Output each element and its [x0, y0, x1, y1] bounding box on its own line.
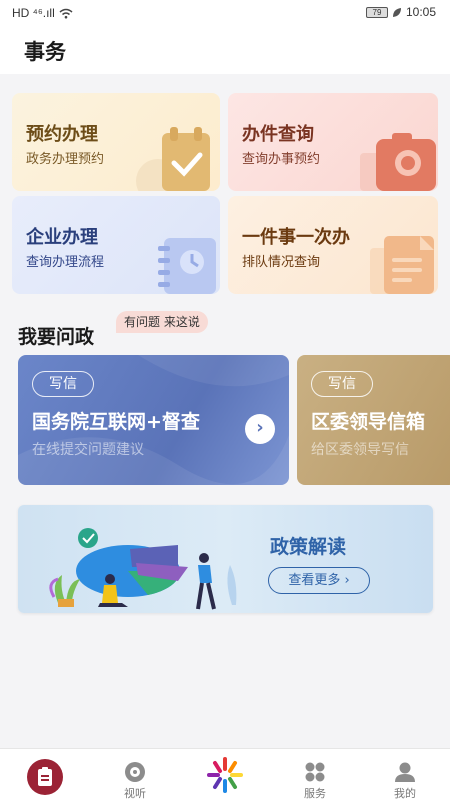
write-letter-chip[interactable]: 写信 [32, 371, 94, 397]
tab-label: 视听 [124, 787, 146, 800]
status-bar: HD ⁴⁶.ıll 79 10:05 [0, 0, 450, 26]
card-subtitle: 查询办事预约 [242, 152, 321, 167]
policy-banner[interactable]: 政策解读 查看更多 › [18, 505, 433, 613]
banner-subtitle: 在线提交问题建议 [32, 442, 144, 458]
center-logo-icon [207, 757, 243, 793]
calendar-check-icon [136, 127, 210, 191]
header: 事务 [0, 26, 450, 74]
service-card-one-stop[interactable]: 一件事一次办 排队情况查询 [228, 196, 438, 294]
policy-illustration [49, 528, 237, 610]
service-card-query[interactable]: 办件查询 查询办事预约 [228, 93, 438, 191]
affairs-icon [27, 759, 63, 795]
card-title: 预约办理 [26, 124, 98, 145]
notebook-icon [158, 238, 216, 294]
tab-mine[interactable]: 我的 [360, 749, 450, 800]
play-disc-icon [125, 762, 145, 782]
service-card-appointment[interactable]: 预约办理 政务办理预约 [12, 93, 220, 191]
card-subtitle: 排队情况查询 [242, 255, 321, 270]
policy-title: 政策解读 [270, 536, 347, 558]
view-more-button[interactable]: 查看更多 › [268, 567, 370, 594]
camera-search-icon [360, 133, 436, 191]
user-icon [395, 762, 415, 782]
leaf-icon [392, 7, 401, 17]
tab-bar: 视听 服务 我的 [0, 748, 450, 800]
card-title: 办件查询 [242, 124, 314, 145]
card-subtitle: 政务办理预约 [26, 152, 105, 167]
tab-label: 服务 [304, 787, 326, 800]
card-title: 一件事一次办 [242, 227, 350, 248]
battery-icon: 79 [365, 6, 388, 18]
banner-supervision[interactable]: 写信 国务院互联网+督查 在线提交问题建议 › [18, 355, 289, 485]
wifi-icon [59, 8, 73, 18]
write-letter-chip[interactable]: 写信 [311, 371, 373, 397]
tab-affairs[interactable] [0, 749, 90, 800]
page-title: 事务 [24, 40, 66, 64]
card-title: 企业办理 [26, 227, 98, 248]
section-title: 我要问政 [18, 326, 95, 348]
banner-mailbox[interactable]: 写信 区委领导信箱 给区委领导写信 [297, 355, 450, 485]
banner-subtitle: 给区委领导写信 [311, 442, 409, 458]
section-tag: 有问题 来这说 [116, 311, 208, 333]
tab-services[interactable]: 服务 [270, 749, 360, 800]
tab-center[interactable] [180, 749, 270, 800]
tab-label: 我的 [394, 787, 416, 800]
clock: 10:05 [405, 5, 436, 19]
grid-icon [305, 762, 325, 782]
banner-title: 国务院互联网+督查 [32, 411, 200, 433]
banner-title: 区委领导信箱 [311, 411, 426, 433]
tab-media[interactable]: 视听 [90, 749, 180, 800]
service-card-enterprise[interactable]: 企业办理 查询办理流程 [12, 196, 220, 294]
card-subtitle: 查询办理流程 [26, 255, 105, 270]
chevron-right-icon[interactable]: › [245, 414, 275, 444]
signal-status: HD ⁴⁶.ıll [12, 6, 73, 20]
document-icon [370, 236, 434, 294]
signal-icon: HD ⁴⁶.ıll [12, 6, 55, 20]
